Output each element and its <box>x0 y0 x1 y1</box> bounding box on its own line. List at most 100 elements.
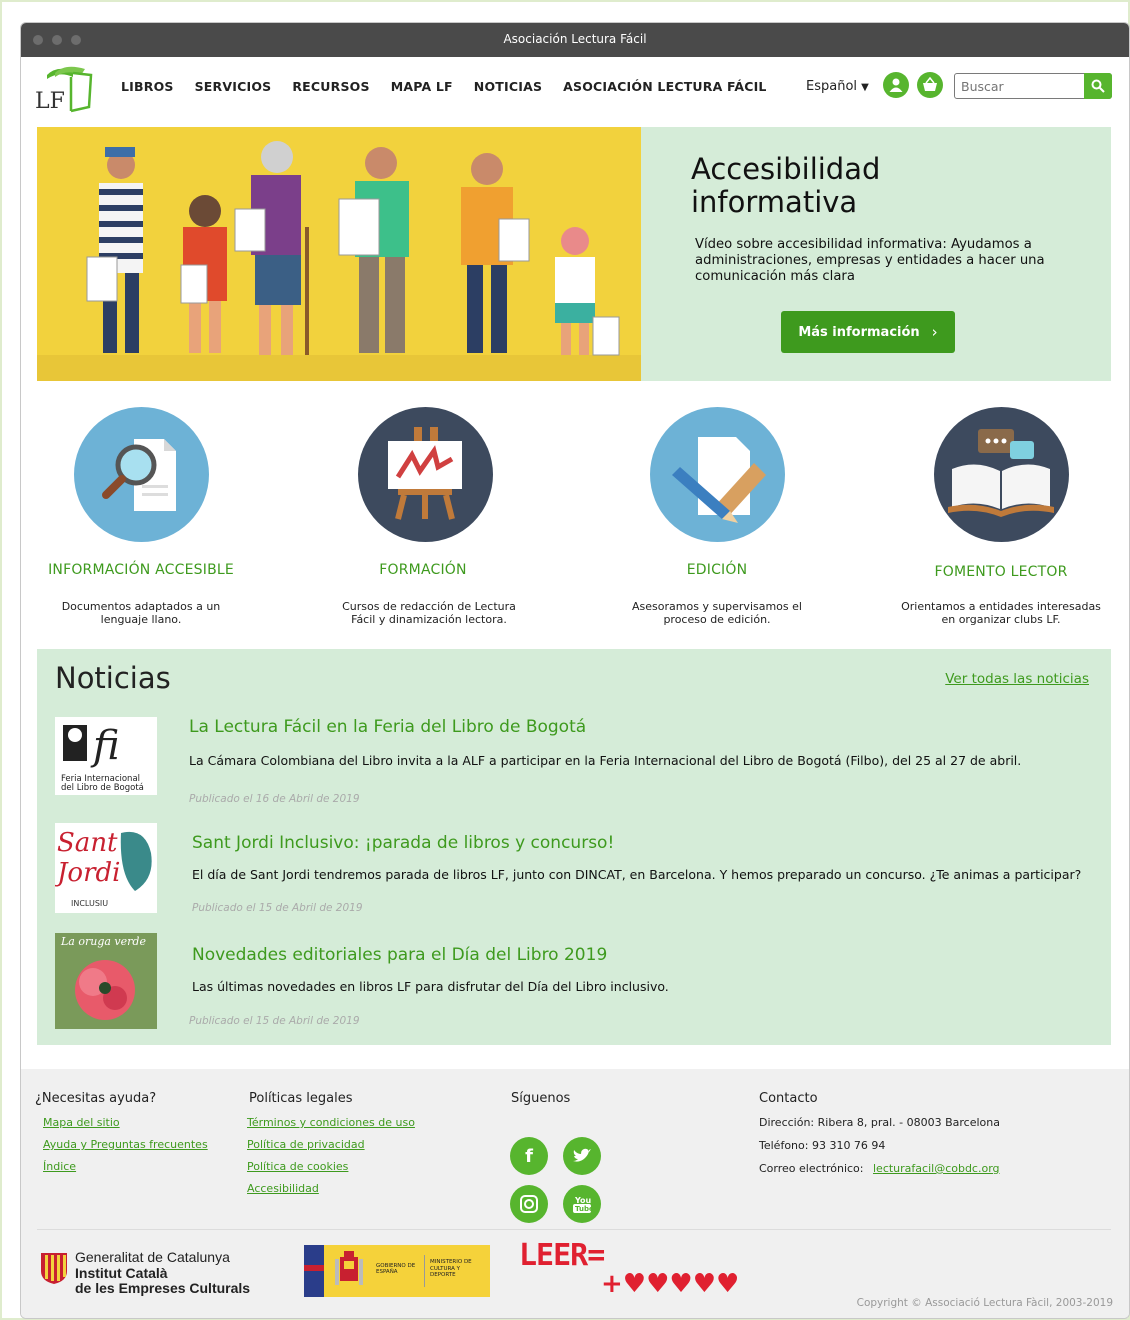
contact-email-row: Correo electrónico: lecturafacil@cobdc.o… <box>759 1162 1000 1175</box>
search-icon <box>1091 79 1105 93</box>
hero-banner: Accesibilidad informativa Vídeo sobre ac… <box>37 127 1111 381</box>
gobierno-label: GOBIERNO DE ESPAÑA <box>376 1263 416 1275</box>
window-titlebar: Asociación Lectura Fácil <box>21 23 1129 57</box>
service-desc: Documentos adaptados a un lenguaje llano… <box>61 600 221 626</box>
footer-link-accessibility[interactable]: Accesibilidad <box>247 1182 415 1195</box>
pencil-ruler-icon <box>649 407 785 542</box>
nav-mapa-lf[interactable]: MAPA LF <box>391 79 453 94</box>
news-thumb-filbo[interactable]: fi Feria Internacional del Libro de Bogo… <box>55 717 157 795</box>
news-section: Noticias Ver todas las noticias fi Feria… <box>37 649 1111 1045</box>
instagram-icon[interactable] <box>510 1185 548 1223</box>
ministerio-label: MINISTERIO DE CULTURA Y DEPORTE <box>430 1259 472 1278</box>
eu-flag-strip <box>304 1245 324 1297</box>
nav-noticias[interactable]: NOTICIAS <box>474 79 542 94</box>
copyright: Copyright © Associació Lectura Fàcil, 20… <box>856 1297 1113 1309</box>
search-button[interactable] <box>1084 73 1112 99</box>
view-all-news-link[interactable]: Ver todas las noticias <box>945 671 1089 687</box>
news-date-2: Publicado el 15 de Abril de 2019 <box>192 902 363 914</box>
footer-contact: Contacto Dirección: Ribera 8, pral. - 08… <box>759 1091 1000 1185</box>
footer-divider <box>37 1229 1111 1230</box>
footer-link-help-faq[interactable]: Ayuda y Preguntas frecuentes <box>43 1138 208 1151</box>
language-label: Español <box>806 79 858 94</box>
service-edicion[interactable]: EDICIÓN Asesoramos y supervisamos el pro… <box>597 407 837 626</box>
twitter-icon[interactable] <box>563 1137 601 1175</box>
service-desc: Orientamos a entidades interesadas en or… <box>901 600 1101 626</box>
footer-link-sitemap[interactable]: Mapa del sitio <box>43 1116 208 1129</box>
news-title-1[interactable]: La Lectura Fácil en la Feria del Libro d… <box>189 717 586 737</box>
ministerio-logo[interactable]: GOBIERNO DE ESPAÑA MINISTERIO DE CULTURA… <box>304 1245 490 1297</box>
flag-stripe <box>304 1265 324 1271</box>
news-thumb-caption: La oruga verde <box>61 935 146 948</box>
window-title: Asociación Lectura Fácil <box>503 32 647 46</box>
gencat-shield-icon <box>41 1253 67 1284</box>
site-footer: ¿Necesitas ayuda? Mapa del sitio Ayuda y… <box>21 1069 1129 1318</box>
magnifier-document-icon <box>73 407 209 542</box>
svg-text:Tube: Tube <box>575 1205 593 1213</box>
site-logo[interactable]: LF <box>33 63 95 115</box>
contact-phone: Teléfono: 93 310 76 94 <box>759 1139 886 1152</box>
service-name: FOMENTO LECTOR <box>934 564 1068 580</box>
nav-asociacion[interactable]: ASOCIACIÓN LECTURA FÁCIL <box>563 79 766 94</box>
service-name: FORMACIÓN <box>379 562 467 578</box>
cart-button[interactable] <box>917 72 943 98</box>
nav-libros[interactable]: LIBROS <box>121 79 174 94</box>
footer-link-index[interactable]: Índice <box>43 1160 208 1173</box>
footer-link-privacy[interactable]: Política de privacidad <box>247 1138 415 1151</box>
search-input[interactable] <box>955 74 1083 98</box>
news-thumb-caption: Feria Internacional del Libro de Bogotá <box>61 774 144 793</box>
news-date-1: Publicado el 16 de Abril de 2019 <box>189 793 360 805</box>
svg-text:fi: fi <box>90 723 120 769</box>
contact-email-link[interactable]: lecturafacil@cobdc.org <box>873 1162 1000 1175</box>
svg-text:Sant: Sant <box>57 828 118 858</box>
leer-logo[interactable]: LEER= +♥♥♥♥♥ <box>519 1241 745 1301</box>
service-desc: Cursos de redacción de Lectura Fácil y d… <box>342 600 516 626</box>
coat-of-arms-icon <box>335 1251 363 1285</box>
chevron-right-icon: › <box>931 323 938 341</box>
news-title-3[interactable]: Novedades editoriales para el Día del Li… <box>192 945 607 965</box>
service-name: INFORMACIÓN ACCESIBLE <box>48 562 234 578</box>
leer-line-1: LEER= <box>519 1238 605 1273</box>
footer-link-terms[interactable]: Términos y condiciones de uso <box>247 1116 415 1129</box>
hero-text: Vídeo sobre accesibilidad informativa: A… <box>695 237 1045 284</box>
service-fomento-lector[interactable]: FOMENTO LECTOR Orientamos a entidades in… <box>881 407 1121 626</box>
news-text-1: La Cámara Colombiana del Libro invita a … <box>189 753 1022 768</box>
footer-legal: Políticas legales Términos y condiciones… <box>247 1091 415 1204</box>
gencat-logo[interactable]: Generalitat de Catalunya Institut Català… <box>39 1249 299 1297</box>
user-account-button[interactable] <box>883 72 909 98</box>
main-nav: LIBROS SERVICIOS RECURSOS MAPA LF NOTICI… <box>121 79 788 94</box>
hero-illustration <box>37 127 641 381</box>
service-desc: Asesoramos y supervisamos el proceso de … <box>632 600 802 626</box>
svg-text:You: You <box>574 1196 592 1205</box>
more-info-label: Más información <box>798 324 920 340</box>
open-book-icon <box>933 407 1069 542</box>
gencat-line-3: de les Empreses Culturals <box>75 1280 251 1296</box>
footer-help: ¿Necesitas ayuda? Mapa del sitio Ayuda y… <box>35 1091 208 1182</box>
service-formacion[interactable]: FORMACIÓN Cursos de redacción de Lectura… <box>305 407 545 626</box>
user-icon <box>889 78 903 92</box>
footer-social: Síguenos <box>511 1091 570 1116</box>
news-thumb-caption: INCLUSIU <box>71 899 109 908</box>
nav-recursos[interactable]: RECURSOS <box>292 79 369 94</box>
leer-line-2: +♥♥♥♥♥ <box>601 1269 740 1299</box>
gencat-line-2: Institut Català <box>75 1265 168 1281</box>
youtube-icon[interactable]: You Tube <box>563 1185 601 1223</box>
more-info-button[interactable]: Más información › <box>781 311 955 353</box>
service-informacion-accesible[interactable]: INFORMACIÓN ACCESIBLE Documentos adaptad… <box>21 407 261 626</box>
language-selector[interactable]: Español ▼ <box>806 79 869 94</box>
footer-contact-title: Contacto <box>759 1091 818 1106</box>
contact-email-label: Correo electrónico: <box>759 1162 864 1175</box>
easel-icon <box>357 407 493 542</box>
news-title-2[interactable]: Sant Jordi Inclusivo: ¡parada de libros … <box>192 833 614 853</box>
footer-link-cookies[interactable]: Política de cookies <box>247 1160 415 1173</box>
footer-legal-title: Políticas legales <box>249 1091 353 1106</box>
news-thumb-oruga-verde[interactable]: La oruga verde <box>55 933 157 1029</box>
facebook-icon[interactable]: f <box>510 1137 548 1175</box>
chevron-down-icon: ▼ <box>861 82 869 93</box>
ministerio-divider <box>424 1255 425 1287</box>
news-thumb-sant-jordi[interactable]: Sant Jordi INCLUSIU <box>55 823 157 913</box>
browser-window: Asociación Lectura Fácil LF LIBROS SERVI… <box>20 22 1130 1319</box>
nav-servicios[interactable]: SERVICIOS <box>195 79 272 94</box>
site-header: LF LIBROS SERVICIOS RECURSOS MAPA LF NOT… <box>21 57 1129 127</box>
news-date-3: Publicado el 15 de Abril de 2019 <box>189 1015 360 1027</box>
basket-icon <box>923 77 937 91</box>
